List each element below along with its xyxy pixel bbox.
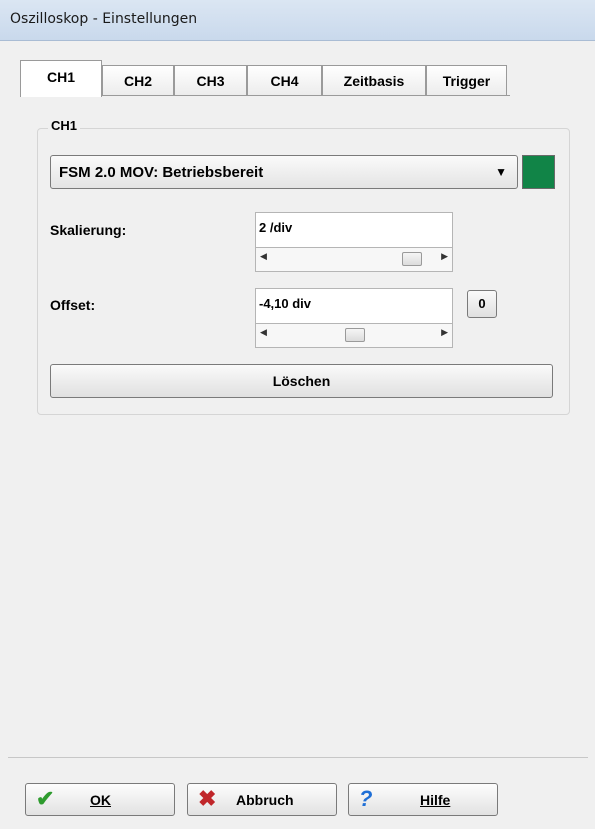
scaling-label: Skalierung:: [50, 222, 127, 238]
tab-zeitbasis[interactable]: Zeitbasis: [322, 65, 426, 95]
offset-slider[interactable]: ◀ ▶: [255, 324, 453, 348]
tab-ch4[interactable]: CH4: [247, 65, 322, 95]
scroll-right-arrow-icon[interactable]: ▶: [441, 327, 448, 338]
scroll-left-arrow-icon[interactable]: ◀: [260, 327, 267, 338]
question-icon: ?: [359, 786, 373, 811]
tab-ch2[interactable]: CH2: [102, 65, 174, 95]
source-dropdown[interactable]: FSM 2.0 MOV: Betriebsbereit ▼: [50, 155, 518, 189]
offset-label: Offset:: [50, 297, 96, 313]
offset-field[interactable]: -4,10 div: [255, 288, 453, 324]
scaling-slider-thumb[interactable]: [401, 252, 422, 266]
offset-zero-button[interactable]: 0: [467, 290, 497, 318]
title-bar: Oszilloskop - Einstellungen: [0, 0, 595, 41]
cancel-button-label: Abbruch: [236, 792, 294, 808]
footer-divider: [8, 757, 588, 758]
offset-value: -4,10 div: [259, 296, 312, 311]
channel-color-swatch[interactable]: [522, 155, 555, 189]
help-button-label: Hilfe: [420, 792, 451, 808]
x-icon: ✖: [198, 786, 217, 811]
window-title: Oszilloskop - Einstellungen: [10, 11, 198, 27]
help-button[interactable]: ? Hilfe: [348, 783, 498, 816]
tab-trigger[interactable]: Trigger: [426, 65, 507, 95]
scroll-right-arrow-icon[interactable]: ▶: [441, 251, 448, 262]
scaling-slider[interactable]: ◀ ▶: [255, 248, 453, 272]
tab-ch3[interactable]: CH3: [174, 65, 247, 95]
scroll-left-arrow-icon[interactable]: ◀: [260, 251, 267, 262]
clear-button[interactable]: Löschen: [50, 364, 553, 398]
scaling-value: 2 /div: [259, 220, 293, 235]
ok-button-label: OK: [90, 792, 111, 808]
ok-button[interactable]: ✔ OK: [25, 783, 175, 816]
offset-slider-thumb[interactable]: [345, 328, 365, 342]
cancel-button[interactable]: ✖ Abbruch: [187, 783, 337, 816]
source-dropdown-value: FSM 2.0 MOV: Betriebsbereit: [59, 164, 264, 181]
scaling-field[interactable]: 2 /div: [255, 212, 453, 248]
tab-ch1[interactable]: CH1: [20, 60, 102, 97]
check-icon: ✔: [36, 786, 55, 811]
chevron-down-icon: ▼: [495, 165, 507, 179]
channel-group-label: CH1: [48, 118, 81, 133]
